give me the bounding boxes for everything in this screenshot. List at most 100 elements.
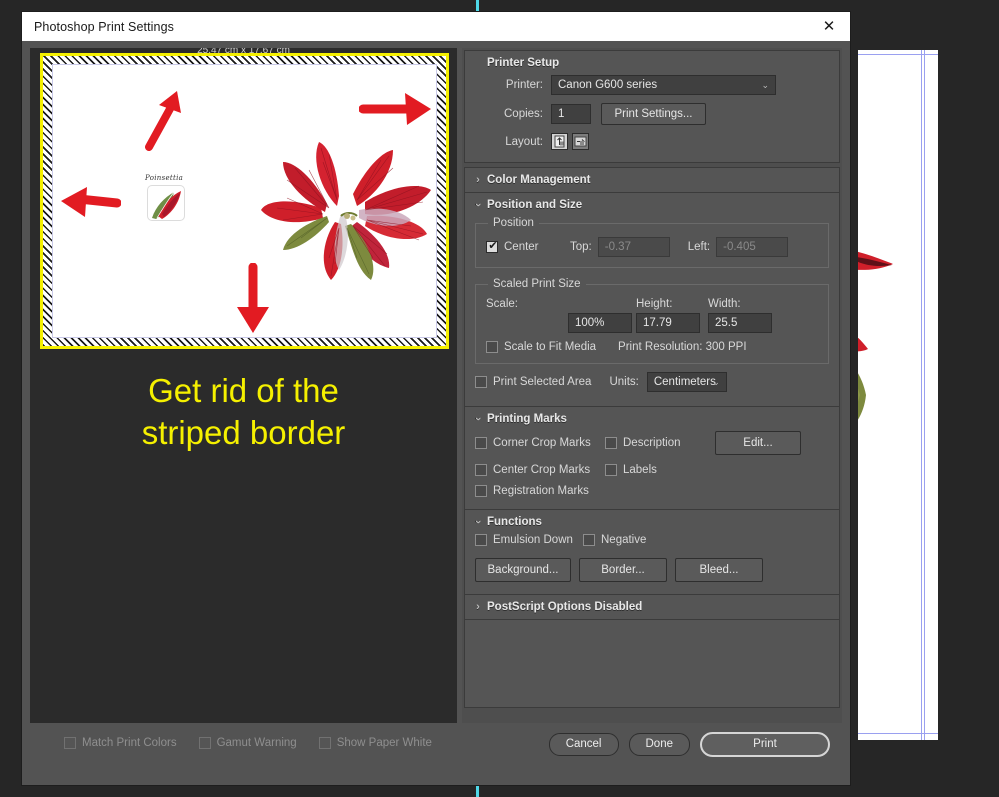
scale-to-fit-row[interactable]: Scale to Fit Media bbox=[486, 341, 596, 353]
match-print-colors-checkbox[interactable] bbox=[64, 737, 76, 749]
border-button[interactable]: Border... bbox=[579, 558, 667, 582]
annotation-line-2: striped border bbox=[30, 412, 457, 454]
scale-input[interactable]: 100% bbox=[568, 313, 632, 333]
match-print-colors-row[interactable]: Match Print Colors bbox=[64, 737, 177, 749]
chevron-down-icon: › bbox=[472, 414, 484, 424]
print-resolution-label: Print Resolution: 300 PPI bbox=[618, 341, 747, 353]
print-settings-dialog: Photoshop Print Settings ✕ 25.47 cm x 17… bbox=[22, 12, 850, 785]
close-icon[interactable]: ✕ bbox=[808, 12, 850, 41]
cancel-button[interactable]: Cancel bbox=[549, 733, 619, 756]
gamut-warning-label: Gamut Warning bbox=[217, 737, 297, 749]
show-paper-white-checkbox[interactable] bbox=[319, 737, 331, 749]
center-checkbox[interactable] bbox=[486, 241, 498, 253]
print-selected-area-label: Print Selected Area bbox=[493, 376, 591, 388]
registration-marks-checkbox[interactable] bbox=[475, 485, 487, 497]
copies-label: Copies: bbox=[477, 108, 543, 120]
landscape-orientation-icon[interactable] bbox=[572, 133, 589, 150]
emulsion-down-row[interactable]: Emulsion Down bbox=[475, 534, 583, 546]
edit-button[interactable]: Edit... bbox=[715, 431, 801, 455]
print-selected-area-checkbox[interactable] bbox=[475, 376, 487, 388]
width-label: Width: bbox=[708, 298, 780, 310]
annotation-line-1: Get rid of the bbox=[30, 370, 457, 412]
small-thumbnail bbox=[147, 185, 185, 221]
center-crop-marks-label: Center Crop Marks bbox=[493, 464, 590, 476]
description-row[interactable]: Description bbox=[605, 437, 715, 449]
color-management-title: Color Management bbox=[487, 174, 591, 186]
paper-content-area: Poinsettia bbox=[52, 64, 437, 338]
done-button[interactable]: Done bbox=[629, 733, 691, 756]
scale-to-fit-checkbox[interactable] bbox=[486, 341, 498, 353]
center-label: Center bbox=[504, 241, 539, 253]
emulsion-down-label: Emulsion Down bbox=[493, 534, 573, 546]
scale-label: Scale: bbox=[486, 298, 636, 310]
printer-select[interactable]: Canon G600 series ⌄ bbox=[551, 75, 776, 95]
width-input[interactable]: 25.5 bbox=[708, 313, 772, 333]
labels-checkbox[interactable] bbox=[605, 464, 617, 476]
center-crop-marks-row[interactable]: Center Crop Marks bbox=[475, 464, 605, 476]
printing-marks-title: Printing Marks bbox=[487, 413, 567, 425]
options-empty-area bbox=[464, 620, 840, 708]
annotation-arrow-right bbox=[359, 89, 435, 131]
chevron-down-icon: ⌄ bbox=[761, 76, 769, 94]
leaf-fragment-red bbox=[858, 242, 928, 282]
printer-select-value: Canon G600 series bbox=[558, 79, 657, 91]
dialog-titlebar: Photoshop Print Settings ✕ bbox=[22, 12, 850, 41]
position-box: Position Center Top: -0.37 Left: -0.405 bbox=[475, 217, 829, 268]
labels-row[interactable]: Labels bbox=[605, 464, 715, 476]
bleed-button[interactable]: Bleed... bbox=[675, 558, 763, 582]
print-button[interactable]: Print bbox=[700, 732, 830, 757]
description-checkbox[interactable] bbox=[605, 437, 617, 449]
center-checkbox-row[interactable]: Center bbox=[486, 241, 570, 253]
postscript-options-title: PostScript Options Disabled bbox=[487, 601, 642, 613]
background-button[interactable]: Background... bbox=[475, 558, 571, 582]
functions-section: › Functions Emulsion Down Negative bbox=[464, 510, 840, 595]
color-management-section[interactable]: › Color Management bbox=[464, 167, 840, 193]
registration-marks-row[interactable]: Registration Marks bbox=[475, 485, 589, 497]
units-select[interactable]: Centimeters ⌄ bbox=[647, 372, 727, 392]
annotation-arrow-up-left bbox=[143, 89, 185, 151]
height-label: Height: bbox=[636, 298, 708, 310]
portrait-orientation-icon[interactable] bbox=[551, 133, 568, 150]
printer-label: Printer: bbox=[477, 79, 543, 91]
functions-title: Functions bbox=[487, 516, 542, 528]
printing-marks-header[interactable]: › Printing Marks bbox=[465, 407, 839, 431]
center-crop-marks-checkbox[interactable] bbox=[475, 464, 487, 476]
print-preview-area[interactable]: 25.47 cm x 17.67 cm Poinsettia bbox=[30, 48, 457, 750]
left-label: Left: bbox=[688, 241, 710, 253]
registration-marks-label: Registration Marks bbox=[493, 485, 589, 497]
emulsion-down-checkbox[interactable] bbox=[475, 534, 487, 546]
corner-crop-marks-row[interactable]: Corner Crop Marks bbox=[475, 437, 605, 449]
height-input[interactable]: 17.79 bbox=[636, 313, 700, 333]
gamut-warning-row[interactable]: Gamut Warning bbox=[199, 737, 297, 749]
print-settings-button[interactable]: Print Settings... bbox=[601, 103, 706, 125]
negative-checkbox[interactable] bbox=[583, 534, 595, 546]
top-input[interactable]: -0.37 bbox=[598, 237, 670, 257]
options-panel: Printer Setup Printer: Canon G600 series… bbox=[462, 48, 842, 750]
scaled-print-size-legend: Scaled Print Size bbox=[488, 278, 586, 290]
match-print-colors-label: Match Print Colors bbox=[82, 737, 177, 749]
position-legend: Position bbox=[488, 217, 539, 229]
left-input[interactable]: -0.405 bbox=[716, 237, 788, 257]
copies-input[interactable]: 1 bbox=[551, 104, 591, 124]
show-paper-white-row[interactable]: Show Paper White bbox=[319, 737, 432, 749]
dialog-title: Photoshop Print Settings bbox=[22, 20, 174, 34]
negative-row[interactable]: Negative bbox=[583, 534, 646, 546]
dialog-bottom-bar: Match Print Colors Gamut Warning Show Pa… bbox=[22, 723, 850, 785]
preview-paper: Poinsettia bbox=[40, 53, 449, 349]
printer-setup-title: Printer Setup bbox=[465, 51, 839, 75]
corner-crop-marks-label: Corner Crop Marks bbox=[493, 437, 591, 449]
chevron-down-icon: › bbox=[472, 517, 484, 527]
labels-label: Labels bbox=[623, 464, 657, 476]
postscript-options-section[interactable]: › PostScript Options Disabled bbox=[464, 595, 840, 620]
gamut-warning-checkbox[interactable] bbox=[199, 737, 211, 749]
leaf-fragment-green bbox=[858, 315, 931, 435]
position-and-size-header[interactable]: › Position and Size bbox=[465, 193, 839, 217]
background-document bbox=[858, 50, 938, 740]
print-selected-area-row[interactable]: Print Selected Area bbox=[475, 376, 591, 388]
chevron-right-icon: › bbox=[473, 601, 483, 613]
corner-crop-marks-checkbox[interactable] bbox=[475, 437, 487, 449]
poinsettia-artwork bbox=[261, 138, 436, 286]
functions-header[interactable]: › Functions bbox=[465, 510, 839, 534]
top-label: Top: bbox=[570, 241, 592, 253]
annotation-arrow-left bbox=[59, 185, 121, 221]
